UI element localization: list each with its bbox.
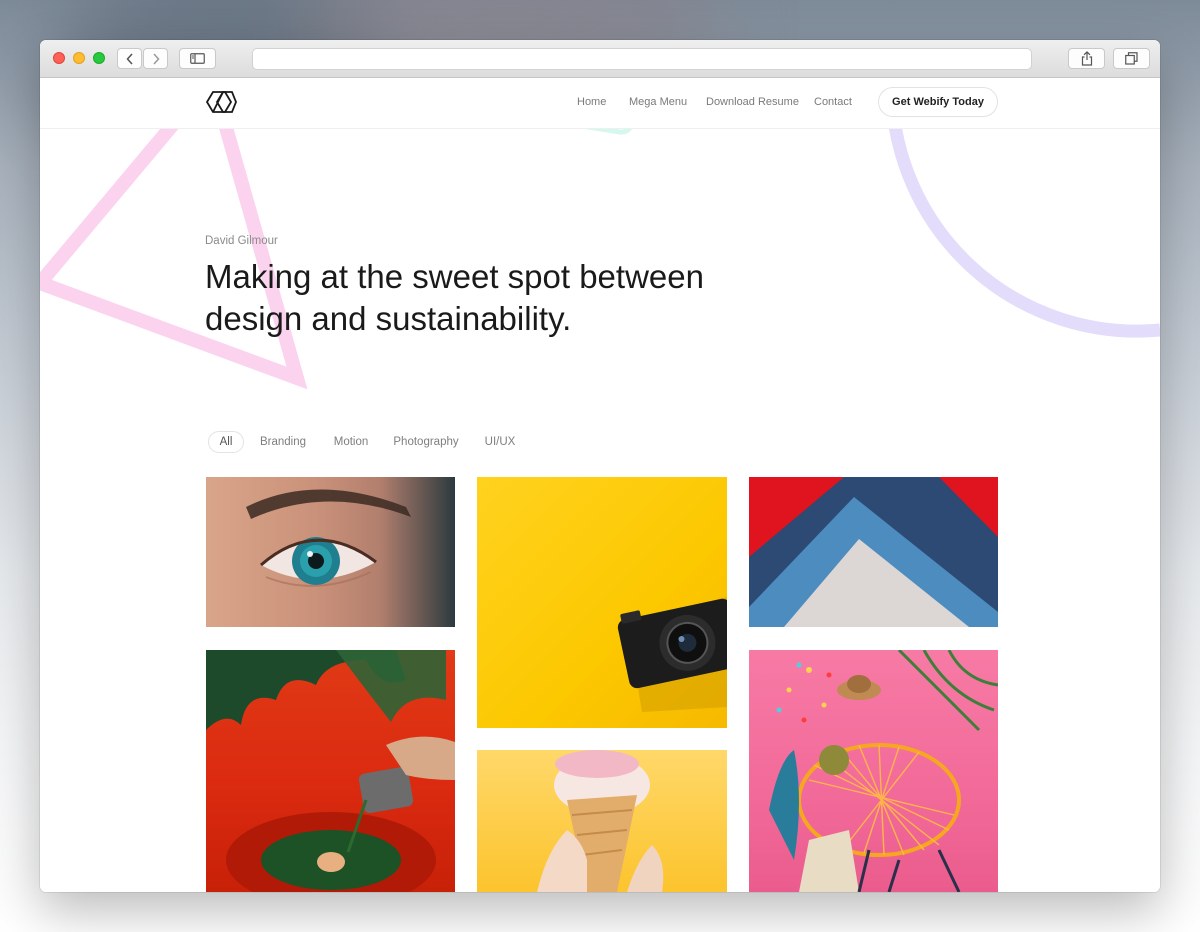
back-button[interactable] [117,48,142,69]
tabs-overview-button[interactable] [1113,48,1150,69]
pouring-photo [206,650,455,892]
portfolio-item-eye[interactable] [206,477,455,627]
get-webify-button[interactable]: Get Webify Today [878,87,998,117]
close-window-button[interactable] [53,52,65,64]
address-bar[interactable] [252,48,1032,70]
nav-link-contact[interactable]: Contact [814,96,852,108]
portfolio-item-paper-shapes[interactable] [749,477,998,627]
tabs-icon [1125,52,1138,65]
paper-shapes-photo [749,477,998,627]
share-button[interactable] [1068,48,1105,69]
chevron-left-icon [125,52,133,65]
share-icon [1081,51,1092,66]
portfolio-item-camera[interactable] [477,477,727,728]
chevron-right-icon [152,52,160,65]
author-name: David Gilmour [205,235,278,247]
sidebar-icon [190,53,205,64]
sidebar-toggle-button[interactable] [179,48,216,69]
filter-branding[interactable]: Branding [255,431,311,453]
zoom-window-button[interactable] [93,52,105,64]
web-page: Home Mega Menu Download Resume Contact G… [40,78,1160,892]
ice-cream-photo [537,750,664,892]
chair-photo [769,650,998,892]
headline-line-1: Making at the sweet spot between [205,258,704,295]
minimize-window-button[interactable] [73,52,85,64]
nav-link-mega-menu[interactable]: Mega Menu [629,96,687,108]
nav-link-home[interactable]: Home [577,96,606,108]
portfolio-item-pouring[interactable] [206,650,455,892]
forward-button[interactable] [143,48,168,69]
eye-photo [246,489,411,587]
browser-toolbar [40,40,1160,78]
headline-line-2: design and sustainability. [205,300,572,337]
nav-link-download-resume[interactable]: Download Resume [706,96,799,108]
browser-window: Home Mega Menu Download Resume Contact G… [40,40,1160,892]
filter-ui-ux[interactable]: UI/UX [480,431,520,453]
portfolio-item-ice-cream[interactable] [477,750,727,892]
site-header: Home Mega Menu Download Resume Contact G… [40,78,1160,129]
camera-photo [617,597,727,712]
filter-all[interactable]: All [208,431,244,453]
site-logo-icon[interactable] [204,90,238,114]
portfolio-item-chair[interactable] [749,650,998,892]
filter-motion[interactable]: Motion [327,431,375,453]
filter-photography[interactable]: Photography [390,431,462,453]
page-title: Making at the sweet spot between design … [205,256,805,340]
